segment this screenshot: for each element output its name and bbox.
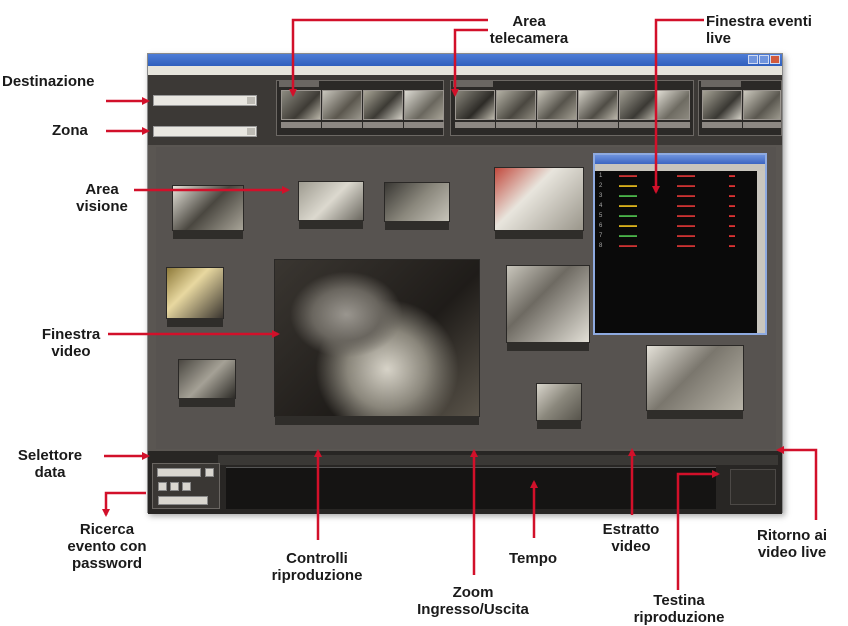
video-tile[interactable] [298,181,364,229]
label-zoom: Zoom Ingresso/Uscita [417,584,529,618]
camera-thumbnail[interactable] [281,90,321,120]
events-title-bar [595,155,765,164]
next-icon[interactable] [182,482,191,491]
video-tile[interactable] [384,182,450,230]
label-ricerca-evento: Ricerca evento con password [67,521,147,572]
calendar-icon[interactable] [205,468,214,477]
label-area-visione: Area visione [76,181,128,215]
destination-select[interactable] [153,95,257,106]
close-icon[interactable] [770,55,780,64]
video-tile[interactable] [506,265,590,351]
date-panel [152,463,220,509]
date-selector[interactable] [157,468,201,477]
arrow-ritorno [776,446,818,520]
title-bar [148,54,782,66]
camera-thumbnail[interactable] [743,90,781,120]
menu-item[interactable] [152,66,158,75]
menu-bar [148,66,782,75]
camera-group [276,80,444,136]
minimize-icon[interactable] [748,55,758,64]
label-zona: Zona [52,122,88,139]
label-finestra-eventi: Finestra eventi live [706,13,812,47]
camera-thumbnail[interactable] [496,90,536,120]
timeline[interactable] [226,467,716,509]
video-tile[interactable] [646,345,744,419]
camera-thumbnail[interactable] [404,90,444,120]
main-video-window[interactable] [274,259,480,425]
playback-controls[interactable] [218,455,778,465]
camera-thumbnail[interactable] [578,90,618,120]
arrow-ricerca [102,491,146,517]
video-tile[interactable] [178,359,236,407]
label-estratto-video: Estratto video [602,521,660,555]
events-scrollbar[interactable] [757,171,765,333]
play-icon[interactable] [170,482,179,491]
label-area-telecamera: Area telecamera [489,13,569,47]
camera-thumbnail[interactable] [619,90,659,120]
bottom-panel [148,451,782,514]
label-controlli-riproduzione: Controlli riproduzione [271,550,363,584]
label-ritorno-live: Ritorno ai video live [757,527,827,561]
maximize-icon[interactable] [759,55,769,64]
label-destinazione: Destinazione [2,73,95,90]
label-selettore-data: Selettore data [17,447,83,481]
password-search-button[interactable] [158,496,208,505]
camera-thumbnail[interactable] [363,90,403,120]
menu-item[interactable] [166,66,172,75]
video-tile[interactable] [494,167,584,239]
video-tile[interactable] [172,185,244,239]
label-tempo: Tempo [508,550,558,567]
menu-item[interactable] [180,66,186,75]
camera-thumbnail[interactable] [702,90,742,120]
label-testina: Testina riproduzione [633,592,725,626]
video-tile[interactable] [166,267,224,327]
top-panel [148,75,782,145]
prev-icon[interactable] [158,482,167,491]
camera-thumbnail[interactable] [656,90,690,120]
video-tile[interactable] [536,383,582,429]
camera-thumbnail[interactable] [537,90,577,120]
live-events-window[interactable]: 1 ▬▬▬ ▬▬▬ ▬ 2 ▬▬▬ ▬▬▬ ▬ 3 ▬▬▬ ▬▬▬ ▬ 4 ▬▬▬ ▬▬▬ ▬ 5 ▬▬▬… [593,153,767,335]
camera-thumbnail[interactable] [455,90,495,120]
label-finestra-video: Finestra video [41,326,101,360]
camera-group [450,80,694,136]
camera-group [698,80,782,136]
camera-thumbnail[interactable] [322,90,362,120]
app-window: 1 ▬▬▬ ▬▬▬ ▬ 2 ▬▬▬ ▬▬▬ ▬ 3 ▬▬▬ ▬▬▬ ▬ 4 ▬▬▬ ▬▬▬ ▬ 5 ▬▬▬… [147,53,783,514]
return-to-live-button[interactable] [730,469,776,505]
zone-select[interactable] [153,126,257,137]
